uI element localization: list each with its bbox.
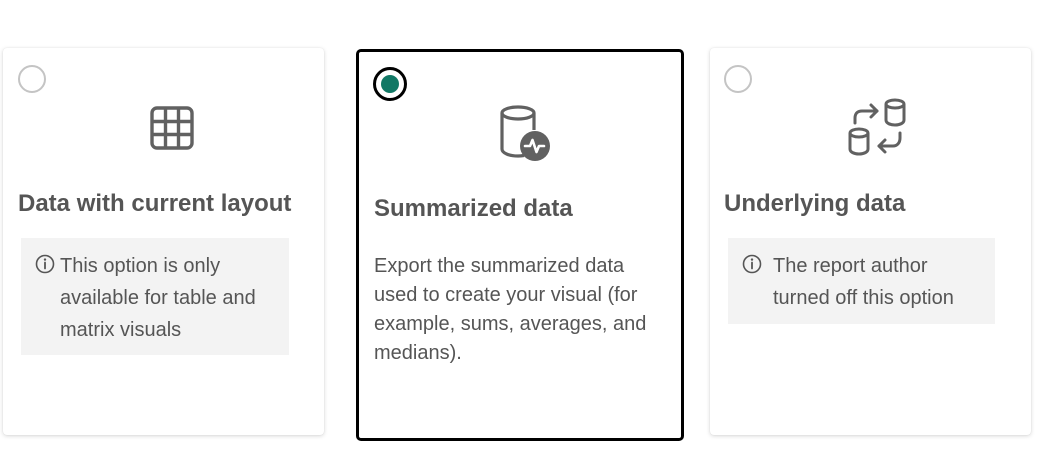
info-text: This option is only available for table … — [60, 255, 256, 341]
info-box: The report author turned off this option — [728, 238, 995, 324]
option-title: Summarized data — [374, 195, 573, 222]
radio-summarized[interactable] — [373, 67, 407, 101]
database-pulse-icon — [500, 105, 550, 161]
option-card-current-layout[interactable]: Data with current layout This option is … — [3, 48, 324, 435]
table-grid-icon — [150, 106, 194, 150]
option-card-underlying[interactable]: Underlying data The report author turned… — [710, 48, 1031, 435]
option-title: Underlying data — [724, 190, 906, 217]
radio-selected-dot — [381, 75, 399, 93]
database-swap-icon — [848, 98, 906, 156]
info-box: This option is only available for table … — [21, 238, 289, 355]
option-card-summarized[interactable]: Summarized data Export the summarized da… — [356, 49, 684, 441]
radio-underlying[interactable] — [724, 65, 752, 93]
option-description: Export the summarized data used to creat… — [374, 255, 647, 364]
info-text: The report author turned off this option — [773, 255, 954, 309]
option-title: Data with current layout — [18, 190, 292, 217]
info-icon — [742, 254, 762, 274]
info-icon — [35, 254, 55, 274]
radio-current-layout[interactable] — [18, 65, 46, 93]
